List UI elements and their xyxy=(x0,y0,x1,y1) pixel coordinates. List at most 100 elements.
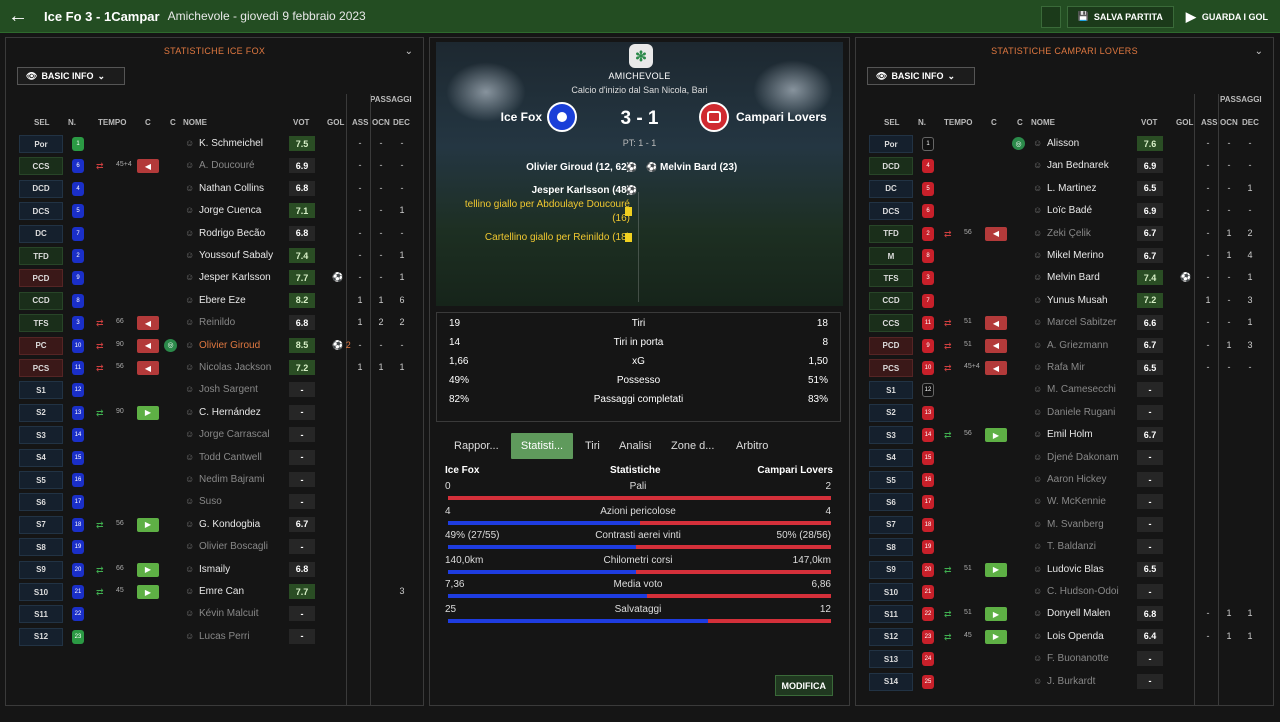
player-row[interactable]: S1 12 ☺ M. Camesecchi - xyxy=(856,380,1273,400)
position-badge[interactable]: S11 xyxy=(869,605,913,624)
player-row[interactable]: S11 22 ⇄ 51 ▶ ☺ Donyell Malen 6.8 - 1 1 xyxy=(856,604,1273,624)
player-name[interactable]: Suso xyxy=(199,496,222,507)
player-name[interactable]: Loïc Badé xyxy=(1047,205,1092,216)
player-name[interactable]: Josh Sargent xyxy=(199,384,258,395)
position-badge[interactable]: Por xyxy=(869,135,913,153)
tab-analysis[interactable]: Analisi xyxy=(619,433,651,459)
player-name[interactable]: L. Martinez xyxy=(1047,183,1096,194)
player-row[interactable]: S12 23 ⇄ 45 ▶ ☺ Lois Openda 6.4 - 1 1 xyxy=(856,627,1273,647)
player-row[interactable]: S1 12 ☺ Josh Sargent - xyxy=(6,380,423,400)
player-name[interactable]: Lois Openda xyxy=(1047,631,1104,642)
position-badge[interactable]: S1 xyxy=(19,381,63,400)
position-badge[interactable]: S6 xyxy=(19,493,63,512)
position-badge[interactable]: CCS xyxy=(869,314,913,333)
player-row[interactable]: Por 1 ☺ K. Schmeichel 7.5 - - - xyxy=(6,134,423,154)
player-name[interactable]: Alisson xyxy=(1047,138,1079,149)
player-name[interactable]: Nicolas Jackson xyxy=(199,362,271,373)
player-row[interactable]: TFD 2 ☺ Youssouf Sabaly 7.4 - - 1 xyxy=(6,246,423,266)
position-badge[interactable]: TFS xyxy=(869,269,913,288)
player-row[interactable]: S6 17 ☺ W. McKennie - xyxy=(856,492,1273,512)
player-row[interactable]: S14 25 ☺ J. Burkardt - xyxy=(856,672,1273,692)
player-row[interactable]: DCD 4 ☺ Jan Bednarek 6.9 - - - xyxy=(856,156,1273,176)
player-name[interactable]: F. Buonanotte xyxy=(1047,653,1109,664)
player-name[interactable]: M. Svanberg xyxy=(1047,519,1104,530)
player-row[interactable]: DCS 6 ☺ Loïc Badé 6.9 - - - xyxy=(856,201,1273,221)
position-badge[interactable]: DCD xyxy=(19,179,63,198)
tab-shots[interactable]: Tiri xyxy=(585,433,600,459)
position-badge[interactable]: S12 xyxy=(19,627,63,646)
player-row[interactable]: TFS 3 ☺ Melvin Bard 7.4 ⚽ - - 1 xyxy=(856,268,1273,288)
position-badge[interactable]: S2 xyxy=(19,403,63,422)
position-badge[interactable]: S5 xyxy=(19,471,63,489)
position-badge[interactable]: DC xyxy=(19,224,63,243)
player-row[interactable]: PC 10 ⇄ 90 ◀ ◎ ☺ Olivier Giroud 8.5 ⚽ 2--- xyxy=(6,336,423,356)
basic-info-dropdown[interactable]: 👁 BASIC INFO ⌄ xyxy=(17,67,125,85)
position-badge[interactable]: S13 xyxy=(869,650,913,669)
player-name[interactable]: Donyell Malen xyxy=(1047,608,1110,619)
player-name[interactable]: Todd Cantwell xyxy=(199,452,262,463)
watch-goals-button[interactable]: ▶ GUARDA I GOL xyxy=(1180,6,1280,28)
player-name[interactable]: Daniele Rugani xyxy=(1047,407,1115,418)
position-badge[interactable]: PCS xyxy=(19,359,63,377)
toolbar-square-button[interactable] xyxy=(1040,5,1061,28)
player-row[interactable]: DC 7 ☺ Rodrigo Becão 6.8 - - - xyxy=(6,224,423,244)
player-name[interactable]: M. Camesecchi xyxy=(1047,384,1116,395)
player-row[interactable]: DCD 4 ☺ Nathan Collins 6.8 - - - xyxy=(6,179,423,199)
player-name[interactable]: Youssouf Sabaly xyxy=(199,250,273,261)
position-badge[interactable]: S3 xyxy=(869,426,913,445)
player-name[interactable]: C. Hernández xyxy=(199,407,261,418)
position-badge[interactable]: DCS xyxy=(869,202,913,221)
player-name[interactable]: Jorge Cuenca xyxy=(199,205,261,216)
position-badge[interactable]: S4 xyxy=(869,448,913,467)
player-row[interactable]: S5 16 ☺ Nedim Bajrami - xyxy=(6,470,423,490)
player-name[interactable]: Marcel Sabitzer xyxy=(1047,317,1116,328)
player-row[interactable]: M 8 ☺ Mikel Merino 6.7 - 1 4 xyxy=(856,246,1273,266)
player-row[interactable]: S7 18 ☺ M. Svanberg - xyxy=(856,515,1273,535)
player-name[interactable]: W. McKennie xyxy=(1047,496,1106,507)
position-badge[interactable]: DC xyxy=(869,179,913,198)
player-name[interactable]: Ludovic Blas xyxy=(1047,564,1104,575)
player-row[interactable]: CCD 8 ☺ Ebere Eze 8.2 1 1 6 xyxy=(6,291,423,311)
player-name[interactable]: Reinildo xyxy=(199,317,235,328)
player-row[interactable]: S9 20 ⇄ 66 ▶ ☺ Ismaily 6.8 xyxy=(6,560,423,580)
position-badge[interactable]: S14 xyxy=(869,672,913,691)
player-name[interactable]: Emil Holm xyxy=(1047,429,1093,440)
position-badge[interactable]: DCS xyxy=(19,202,63,221)
modify-button[interactable]: MODIFICA xyxy=(774,675,833,696)
player-name[interactable]: Olivier Boscagli xyxy=(199,541,268,552)
player-name[interactable]: Jesper Karlsson xyxy=(199,272,271,283)
player-row[interactable]: S6 17 ☺ Suso - xyxy=(6,492,423,512)
position-badge[interactable]: S8 xyxy=(19,538,63,557)
position-badge[interactable]: TFD xyxy=(869,224,913,243)
position-badge[interactable]: S2 xyxy=(869,403,913,422)
chevron-down-icon[interactable]: ⌄ xyxy=(405,46,413,57)
position-badge[interactable]: TFS xyxy=(19,314,63,333)
player-name[interactable]: Kévin Malcuit xyxy=(199,608,258,619)
player-name[interactable]: Mikel Merino xyxy=(1047,250,1104,261)
player-name[interactable]: Aaron Hickey xyxy=(1047,474,1106,485)
player-name[interactable]: G. Kondogbia xyxy=(199,519,260,530)
player-name[interactable]: Zeki Çelik xyxy=(1047,228,1091,239)
position-badge[interactable]: CCD xyxy=(19,291,63,310)
player-row[interactable]: S4 15 ☺ Todd Cantwell - xyxy=(6,448,423,468)
position-badge[interactable]: S6 xyxy=(869,493,913,512)
player-name[interactable]: K. Schmeichel xyxy=(199,138,263,149)
position-badge[interactable]: S7 xyxy=(19,515,63,534)
position-badge[interactable]: S7 xyxy=(869,515,913,534)
position-badge[interactable]: PCS xyxy=(869,359,913,377)
tab-report[interactable]: Rappor... xyxy=(454,433,499,459)
player-row[interactable]: Por 1 ◎ ☺ Alisson 7.6 - - - xyxy=(856,134,1273,154)
player-row[interactable]: S11 22 ☺ Kévin Malcuit - xyxy=(6,604,423,624)
tab-stats[interactable]: Statisti... xyxy=(511,433,573,459)
position-badge[interactable]: TFD xyxy=(19,247,63,265)
player-row[interactable]: S10 21 ☺ C. Hudson-Odoi - xyxy=(856,582,1273,602)
player-row[interactable]: TFD 2 ⇄ 56 ◀ ☺ Zeki Çelik 6.7 - 1 2 xyxy=(856,224,1273,244)
position-badge[interactable]: PCD xyxy=(869,336,913,355)
player-name[interactable]: Jan Bednarek xyxy=(1047,160,1109,171)
player-row[interactable]: S3 14 ⇄ 56 ▶ ☺ Emil Holm 6.7 xyxy=(856,425,1273,445)
player-name[interactable]: Nedim Bajrami xyxy=(199,474,265,485)
player-row[interactable]: DC 5 ☺ L. Martinez 6.5 - - 1 xyxy=(856,179,1273,199)
player-name[interactable]: C. Hudson-Odoi xyxy=(1047,586,1119,597)
position-badge[interactable]: PCD xyxy=(19,269,63,288)
chevron-down-icon[interactable]: ⌄ xyxy=(1255,46,1263,57)
